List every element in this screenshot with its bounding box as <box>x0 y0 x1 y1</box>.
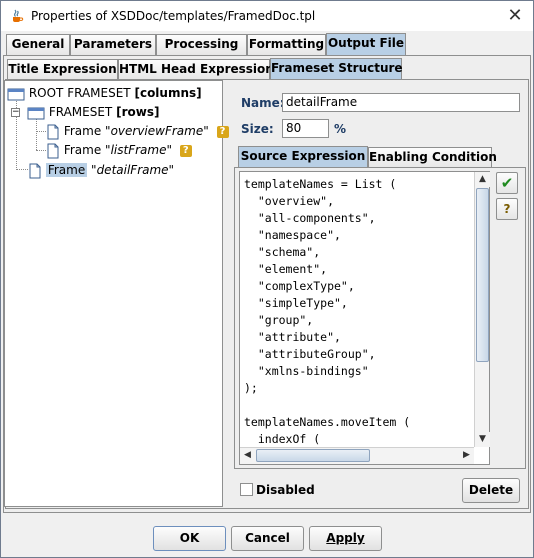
tree-frame-list[interactable]: Frame "listFrame" ? <box>46 141 192 159</box>
tab-general[interactable]: General <box>6 34 70 55</box>
frame-name: "overviewFrame" <box>105 124 209 138</box>
name-label: Name: <box>241 96 285 110</box>
frameset-kind: FRAMESET <box>48 105 113 119</box>
scroll-thumb[interactable] <box>256 449 370 462</box>
scroll-down-icon[interactable]: ▼ <box>475 432 490 447</box>
horizontal-scrollbar[interactable]: ◀ ▶ <box>240 447 474 464</box>
tab-title-expression[interactable]: Title Expression <box>7 59 118 80</box>
close-icon[interactable]: ✕ <box>503 4 527 28</box>
page-icon <box>29 163 41 178</box>
cancel-button[interactable]: Cancel <box>231 526 304 551</box>
tab-html-head-expression[interactable]: HTML Head Expression <box>118 59 274 80</box>
tab-enabling-condition[interactable]: Enabling Condition <box>368 147 497 168</box>
ok-button[interactable]: OK <box>153 526 226 551</box>
title-bar: Properties of XSDDoc/templates/FramedDoc… <box>1 1 533 31</box>
help-button[interactable]: ? <box>496 198 518 220</box>
tab-processing[interactable]: Processing <box>156 34 247 55</box>
folder-icon <box>7 88 25 100</box>
root-mode: [columns] <box>134 86 202 100</box>
name-field[interactable]: detailFrame <box>282 93 520 112</box>
vertical-scrollbar[interactable]: ▲ ▼ <box>474 172 490 447</box>
page-icon <box>47 143 59 158</box>
scroll-right-icon[interactable]: ▶ <box>459 448 474 463</box>
expression-code: templateNames = List ( "overview", "all-… <box>244 177 411 446</box>
check-syntax-button[interactable]: ✔ <box>496 172 518 194</box>
root-kind: ROOT FRAMESET <box>28 86 131 100</box>
disabled-checkbox[interactable] <box>240 483 253 496</box>
frame-name: "listFrame" <box>105 143 172 157</box>
tab-formatting[interactable]: Formatting <box>247 34 326 55</box>
folder-icon <box>27 107 45 119</box>
scroll-left-icon[interactable]: ◀ <box>240 448 255 463</box>
delete-button[interactable]: Delete <box>462 478 520 503</box>
question-badge-icon: ? <box>216 125 229 138</box>
java-cup-icon <box>13 9 24 22</box>
source-expression-editor[interactable]: templateNames = List ( "overview", "all-… <box>239 171 490 465</box>
scroll-thumb[interactable] <box>476 188 489 362</box>
apply-button[interactable]: Apply <box>309 526 382 551</box>
frameset-tree[interactable]: − ROOT FRAMESET [columns] FRAMESET [rows… <box>4 80 229 507</box>
tab-frameset-structure[interactable]: Frameset Structure <box>270 58 403 80</box>
tree-frameset-rows[interactable]: FRAMESET [rows] <box>27 103 159 121</box>
tree-frame-overview[interactable]: Frame "overviewFrame" ? <box>46 122 229 140</box>
frame-name: "detailFrame" <box>91 163 175 177</box>
disabled-label: Disabled <box>256 483 315 497</box>
page-icon <box>47 124 59 139</box>
question-badge-icon: ? <box>179 144 192 157</box>
tab-source-expression[interactable]: Source Expression <box>238 146 368 168</box>
tree-frame-detail[interactable]: Frame "detailFrame" <box>28 161 174 179</box>
scroll-up-icon[interactable]: ▲ <box>475 172 490 187</box>
tree-root-frameset[interactable]: ROOT FRAMESET [columns] <box>7 84 202 102</box>
size-field[interactable]: 80 <box>282 119 329 138</box>
frame-kind: Frame <box>63 124 102 138</box>
tab-parameters[interactable]: Parameters <box>70 34 156 55</box>
window-title: Properties of XSDDoc/templates/FramedDoc… <box>31 9 316 23</box>
size-label: Size: <box>241 122 274 136</box>
tab-output-file[interactable]: Output File <box>326 33 406 55</box>
properties-dialog: Properties of XSDDoc/templates/FramedDoc… <box>0 0 534 558</box>
frame-kind: Frame <box>63 143 102 157</box>
size-unit: % <box>334 122 347 136</box>
frame-kind: Frame <box>45 163 88 177</box>
frameset-mode: [rows] <box>116 105 160 119</box>
collapse-icon[interactable]: − <box>11 108 20 117</box>
